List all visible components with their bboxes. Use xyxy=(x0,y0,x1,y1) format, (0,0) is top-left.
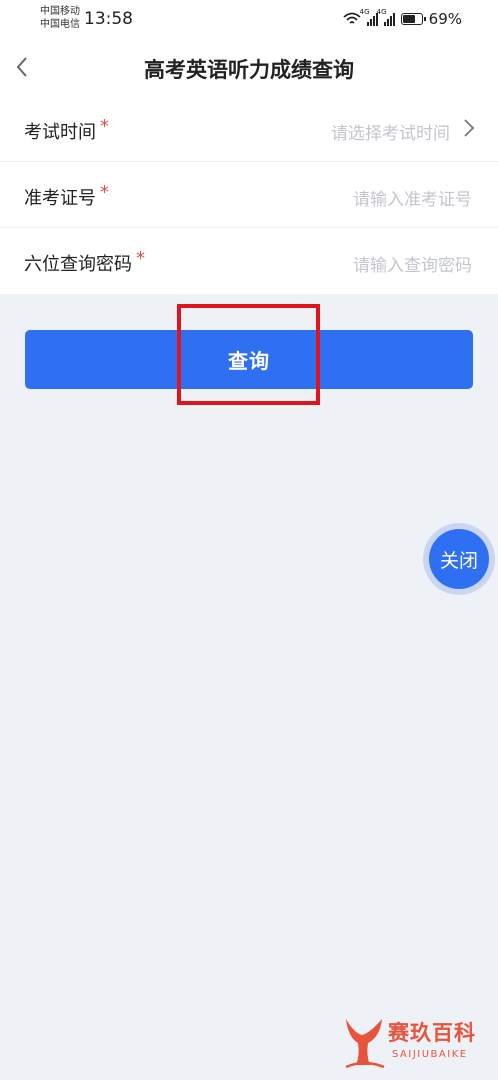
admission-number-label: 准考证号 * xyxy=(24,182,109,209)
carrier-2: 中国电信 xyxy=(40,19,80,30)
status-time: 13:58 xyxy=(84,9,133,29)
exam-time-row[interactable]: 考试时间 * 请选择考试时间 xyxy=(0,96,498,162)
network-tag-1: 4G xyxy=(359,8,370,16)
nav-bar: 高考英语听力成绩查询 xyxy=(0,40,498,96)
query-password-input[interactable]: 请输入查询密码 xyxy=(353,251,472,276)
query-button[interactable]: 查询 xyxy=(25,330,473,389)
watermark-name: 赛玖百科 xyxy=(388,1021,476,1045)
query-form: 考试时间 * 请选择考试时间 准考证号 * 请输入准考证号 六位查询密码 * 请输入查… xyxy=(0,96,498,294)
battery-icon xyxy=(400,13,426,25)
exam-time-select[interactable]: 请选择考试时间 xyxy=(331,119,450,144)
watermark-sub: SAIJIUBAIKE xyxy=(392,1049,468,1060)
watermark-logo: 赛玖百科 SAIJIUBAIKE xyxy=(340,1013,490,1073)
required-star: * xyxy=(100,182,109,203)
exam-time-label: 考试时间 * xyxy=(24,116,109,143)
admission-number-input[interactable]: 请输入准考证号 xyxy=(353,185,472,210)
close-button-label[interactable]: 关闭 xyxy=(429,529,489,589)
query-password-label: 六位查询密码 * xyxy=(24,248,145,275)
status-bar: 中国移动 中国电信 13:58 4G 4G 69% xyxy=(0,0,498,40)
chevron-right-icon[interactable] xyxy=(462,117,476,139)
status-indicators: 4G 4G 69% xyxy=(343,8,462,28)
floating-close-button[interactable]: 关闭 xyxy=(423,523,495,595)
network-tag-2: 4G xyxy=(376,8,387,16)
signal-2-icon: 4G xyxy=(377,8,395,26)
whale-tail-icon xyxy=(345,1019,385,1069)
required-star: * xyxy=(100,116,109,137)
query-password-row[interactable]: 六位查询密码 * 请输入查询密码 xyxy=(0,228,498,294)
required-star: * xyxy=(136,248,145,269)
battery-percent: 69% xyxy=(428,10,462,28)
admission-number-row[interactable]: 准考证号 * 请输入准考证号 xyxy=(0,162,498,228)
carrier-1: 中国移动 xyxy=(40,6,80,17)
page-title: 高考英语听力成绩查询 xyxy=(144,58,354,82)
carrier-labels: 中国移动 中国电信 xyxy=(40,5,80,31)
wifi-icon xyxy=(343,12,361,24)
